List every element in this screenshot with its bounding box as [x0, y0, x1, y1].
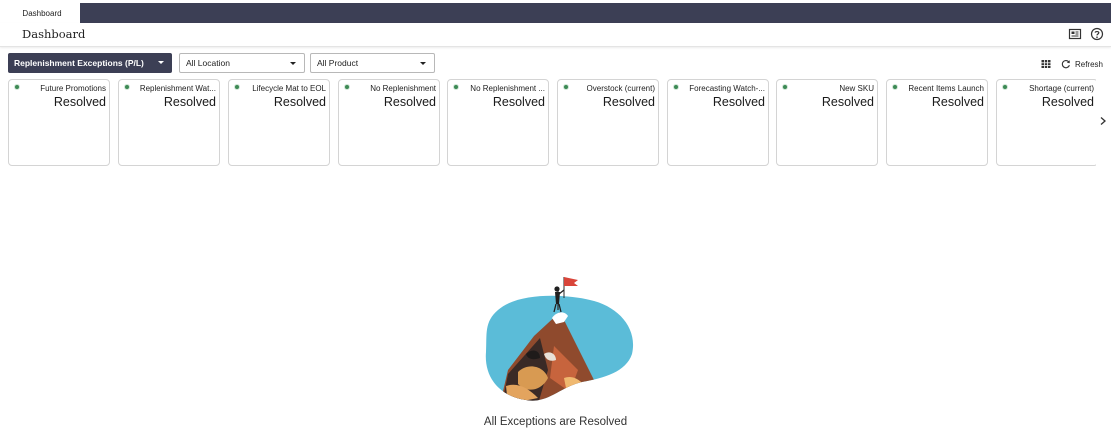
page-header: Dashboard [0, 23, 1111, 47]
status-dot-icon [453, 84, 459, 90]
empty-state-message: All Exceptions are Resolved [483, 416, 628, 428]
card-title: Overstock (current) [586, 84, 655, 93]
exception-card[interactable]: New SKU Resolved [776, 79, 878, 166]
dropdown-caret-icon [290, 62, 296, 65]
card-title: No Replenishment ... [470, 84, 545, 93]
tab-bar-strip [80, 3, 1111, 23]
card-status: Resolved [931, 95, 984, 109]
status-dot-icon [782, 84, 788, 90]
location-dropdown[interactable]: All Location [179, 53, 305, 73]
card-status: Resolved [53, 95, 106, 109]
card-status: Resolved [712, 95, 765, 109]
dropdown-caret-icon [158, 61, 164, 64]
help-icon[interactable] [1090, 27, 1104, 41]
grid-view-icon[interactable] [1041, 59, 1051, 69]
product-dropdown[interactable]: All Product [310, 53, 435, 73]
card-title: Shortage (current) [1029, 84, 1094, 93]
exception-card[interactable]: Shortage (current) Resolved [996, 79, 1096, 166]
card-title: Recent Items Launch [908, 84, 984, 93]
card-title: No Replenishment [370, 84, 436, 93]
location-value: All Location [186, 58, 230, 68]
toolbar-actions: Refresh [1041, 57, 1103, 71]
status-dot-icon [234, 84, 240, 90]
exception-cards: Future Promotions Resolved Replenishment… [8, 79, 1096, 167]
exception-card[interactable]: Lifecycle Mat to EOL Resolved [228, 79, 330, 166]
chevron-right-icon[interactable] [1099, 116, 1107, 126]
report-icon[interactable] [1068, 27, 1082, 41]
refresh-button[interactable]: Refresh [1075, 60, 1103, 69]
status-dot-icon [673, 84, 679, 90]
card-status: Resolved [821, 95, 874, 109]
card-title: New SKU [839, 84, 874, 93]
status-dot-icon [124, 84, 130, 90]
card-status: Resolved [602, 95, 655, 109]
card-status: Resolved [1041, 95, 1094, 109]
exception-card[interactable]: No Replenishment ... Resolved [447, 79, 549, 166]
page-title: Dashboard [22, 27, 86, 41]
card-title: Replenishment Wat... [139, 84, 216, 93]
app-tab-bar: Dashboard [0, 0, 1111, 23]
exception-card[interactable]: Overstock (current) Resolved [557, 79, 659, 166]
card-title: Forecasting Watch-... [689, 84, 765, 93]
status-dot-icon [892, 84, 898, 90]
exception-card[interactable]: No Replenishment Resolved [338, 79, 440, 166]
card-status: Resolved [163, 95, 216, 109]
exception-card[interactable]: Future Promotions Resolved [8, 79, 110, 166]
card-title: Future Promotions [40, 84, 106, 93]
dropdown-caret-icon [420, 62, 426, 65]
status-dot-icon [344, 84, 350, 90]
card-status: Resolved [273, 95, 326, 109]
exception-type-dropdown[interactable]: Replenishment Exceptions (P/L) [8, 53, 172, 73]
exception-card[interactable]: Recent Items Launch Resolved [886, 79, 988, 166]
product-value: All Product [317, 58, 359, 68]
card-status: Resolved [492, 95, 545, 109]
status-dot-icon [563, 84, 569, 90]
status-dot-icon [14, 84, 20, 90]
refresh-icon[interactable] [1061, 59, 1071, 69]
exception-card[interactable]: Forecasting Watch-... Resolved [667, 79, 769, 166]
card-title: Lifecycle Mat to EOL [252, 84, 326, 93]
card-status: Resolved [383, 95, 436, 109]
mountain-summit-illustration [485, 277, 634, 401]
exception-type-value: Replenishment Exceptions (P/L) [14, 58, 144, 68]
exception-card[interactable]: Replenishment Wat... Resolved [118, 79, 220, 166]
filter-bar: Replenishment Exceptions (P/L) All Locat… [0, 52, 1111, 74]
status-dot-icon [1002, 84, 1008, 90]
tab-dashboard[interactable]: Dashboard [4, 3, 80, 23]
